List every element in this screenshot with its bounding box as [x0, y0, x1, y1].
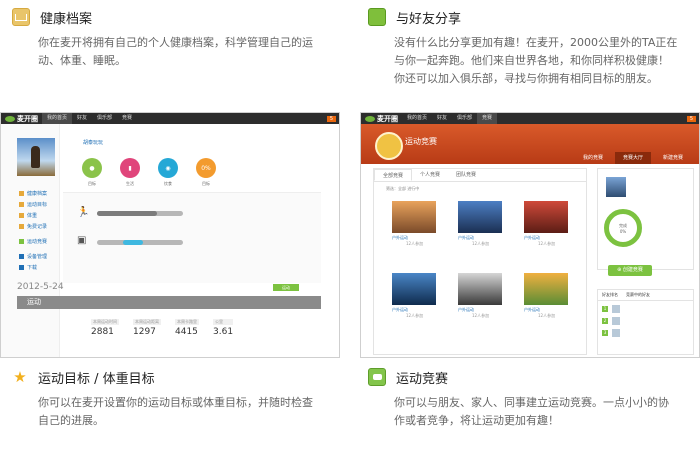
header-tab[interactable]: 新建竞赛	[655, 152, 691, 164]
contest-thumb[interactable]: 户外运动 12人参加	[524, 273, 568, 318]
feature-title: 运动竞赛	[396, 371, 449, 387]
contest-tabs: 全部竞赛 个人竞赛 团队竞赛	[374, 169, 586, 182]
stats-row: 本周运动时间 2881 本周运动距离 1297 本周卡路里 4415 公里 3.61	[91, 319, 247, 337]
feature-desc-line: 作或者竞争，将让运动更加有趣！	[394, 414, 559, 427]
trophy-icon	[375, 132, 403, 160]
contest-screenshot: 麦开圈 我的首页 好友 俱乐部 竞赛 5 运动竞赛 我的竞赛 竞赛大厅 新建竞赛…	[360, 112, 700, 358]
section-header[interactable]: 运动	[17, 296, 321, 309]
star-icon: ★	[13, 368, 27, 386]
sidebar-item[interactable]: 体重	[19, 212, 59, 219]
tab-all[interactable]: 全部竞赛	[374, 169, 413, 181]
chat-bubble-icon	[368, 368, 386, 386]
tab-friends-in-contest[interactable]: 竞赛中的好友	[622, 290, 654, 300]
sidebar-item[interactable]: 健康档案	[19, 190, 59, 197]
tab-team[interactable]: 团队竞赛	[448, 169, 484, 181]
nav-contest[interactable]: 竞赛	[117, 113, 137, 124]
activity-button[interactable]: 运动	[273, 284, 299, 291]
feature-contest: 运动竞赛 你可以与朋友、家人、同事建立运动竞赛。一点小小的协 作或者竞争，将让运…	[368, 366, 694, 430]
nav-club[interactable]: 俱乐部	[92, 113, 117, 124]
contest-thumb[interactable]: 户外运动 12人参加	[524, 201, 568, 246]
feature-desc-line: 动、体重、睡眠。	[38, 54, 126, 67]
sidebar-item[interactable]: 运动目标	[19, 201, 59, 208]
tab-personal[interactable]: 个人竞赛	[412, 169, 448, 181]
avatar	[17, 138, 55, 176]
health-profile-screenshot: 麦开圈 我的首页 好友 俱乐部 竞赛 5 健康档案 运动目标 体重 免费记录 运…	[0, 112, 340, 358]
top-nav-bar: 麦开圈 我的首页 好友 俱乐部 竞赛 5	[361, 113, 699, 124]
sidebar-item[interactable]: 设备管理	[19, 253, 59, 260]
header-title: 运动竞赛	[405, 137, 437, 146]
feature-share: 与好友分享 没有什么比分享更加有趣！在麦开，2000公里外的TA正在 与你一起奔…	[368, 6, 694, 88]
user-line: 胡泰玩玩	[83, 140, 104, 146]
nav-club[interactable]: 俱乐部	[452, 113, 477, 124]
feature-desc-line: 你可以与朋友、家人、同事建立运动竞赛。一点小小的协	[394, 396, 669, 409]
feature-desc-line: 你还可以加入俱乐部，寻找与你拥有相同目标的朋友。	[394, 72, 658, 85]
progress-ring: 完成 0%	[604, 209, 642, 247]
pencil-icon	[368, 8, 386, 26]
feature-desc-line: 与你一起奔跑。他们来自世界各地，和你同样积极健康！	[394, 54, 669, 67]
notification-badge[interactable]: 5	[686, 115, 696, 122]
list-item[interactable]: 2	[602, 317, 693, 325]
progress-fill	[97, 211, 157, 216]
circle-stat[interactable]: ● 目标	[81, 158, 103, 187]
circle-stat[interactable]: ◉ 饮食	[157, 158, 179, 187]
nav-home[interactable]: 我的首页	[42, 113, 73, 124]
top-nav-bar: 麦开圈 我的首页 好友 俱乐部 竞赛 5	[1, 113, 339, 124]
feature-title: 运动目标 / 体重目标	[38, 371, 155, 387]
activity-panel: 🏃 ▣	[63, 192, 321, 283]
contest-header: 运动竞赛 我的竞赛 竞赛大厅 新建竞赛	[361, 124, 699, 164]
progress-fill	[123, 240, 143, 245]
nav-contest[interactable]: 竞赛	[477, 113, 498, 124]
notification-badge[interactable]: 5	[326, 115, 336, 122]
feature-desc-line: 没有什么比分享更加有趣！在麦开，2000公里外的TA正在	[394, 36, 678, 49]
logo: 麦开圈	[1, 114, 42, 124]
date-label: 2012-5-24	[17, 282, 64, 292]
sidebar-item[interactable]: 运动竞赛	[19, 238, 59, 245]
list-item[interactable]: 3	[602, 329, 693, 337]
stat: 公里 3.61	[213, 319, 234, 337]
contest-sidebar: 完成 0% ⊕ 创建竞赛	[597, 168, 694, 276]
header-tab[interactable]: 竞赛大厅	[615, 152, 652, 164]
avatar	[606, 177, 626, 197]
contest-list: 全部竞赛 个人竞赛 团队竞赛 筛选：全部 进行中 户外运动 12人参加 户外运动 1…	[373, 168, 587, 355]
tab-ranking[interactable]: 好友排名	[598, 290, 622, 300]
feature-desc-line: 自己的进展。	[38, 414, 104, 427]
filter-line[interactable]: 筛选：全部 进行中	[386, 186, 586, 192]
sidebar-item[interactable]: 免费记录	[19, 223, 59, 230]
feature-goal: ★ 运动目标 / 体重目标 你可以在麦开设置你的运动目标或体重目标，并随时检查 自…	[12, 366, 338, 430]
sleep-icon: ▣	[77, 235, 87, 246]
nav-home[interactable]: 我的首页	[402, 113, 432, 124]
feature-title: 与好友分享	[396, 11, 462, 27]
sidebar-item[interactable]: 下载	[19, 264, 59, 271]
feature-title: 健康档案	[40, 11, 93, 27]
stat: 本周卡路里 4415	[175, 319, 199, 337]
contest-thumb[interactable]: 户外运动 12人参加	[392, 201, 436, 246]
list-item[interactable]: 1	[602, 305, 693, 313]
envelope-icon	[12, 8, 30, 26]
contest-thumb[interactable]: 户外运动 12人参加	[458, 273, 502, 318]
left-sidebar: 健康档案 运动目标 体重 免费记录 运动竞赛 设备管理 下载	[1, 124, 60, 357]
contest-thumb[interactable]: 户外运动 12人参加	[458, 201, 502, 246]
nav-friends[interactable]: 好友	[72, 113, 92, 124]
header-tab[interactable]: 我的竞赛	[575, 152, 611, 164]
circle-stat[interactable]: 0% 目标	[195, 158, 217, 187]
runner-icon: 🏃	[77, 207, 90, 218]
friend-ranking: 好友排名 竞赛中的好友 1 2 3	[597, 289, 694, 355]
stat: 本周运动距离 1297	[133, 319, 161, 337]
stat: 本周运动时间 2881	[91, 319, 119, 337]
logo: 麦开圈	[361, 114, 402, 124]
feature-desc-line: 你在麦开将拥有自己的个人健康档案，科学管理自己的运	[38, 36, 313, 49]
feature-health-record: 健康档案 你在麦开将拥有自己的个人健康档案，科学管理自己的运 动、体重、睡眠。	[12, 6, 338, 70]
nav-friends[interactable]: 好友	[432, 113, 452, 124]
circle-stats: ● 目标 ▮ 生活 ◉ 饮食 0% 目标	[81, 158, 339, 187]
create-contest-button[interactable]: ⊕ 创建竞赛	[608, 265, 652, 276]
circle-stat[interactable]: ▮ 生活	[119, 158, 141, 187]
contest-thumb[interactable]: 户外运动 12人参加	[392, 273, 436, 318]
feature-desc-line: 你可以在麦开设置你的运动目标或体重目标，并随时检查	[38, 396, 313, 409]
